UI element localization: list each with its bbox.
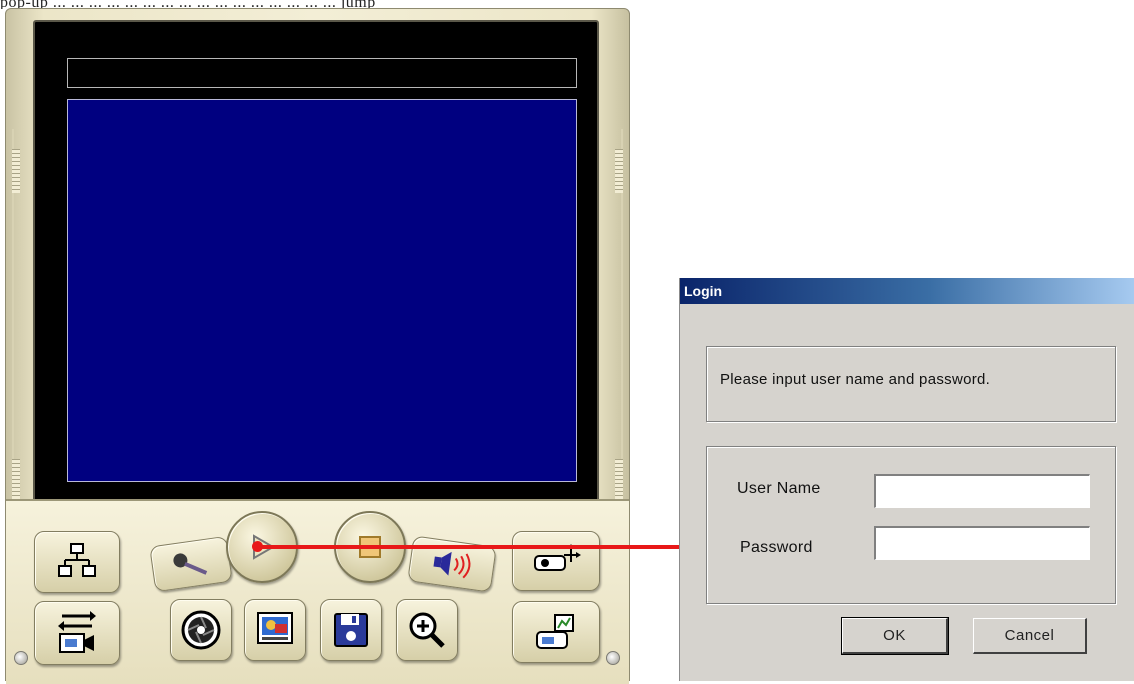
screw-left (14, 651, 28, 665)
cancel-button[interactable]: Cancel (973, 618, 1087, 654)
speaker-button[interactable] (407, 535, 497, 593)
video-screen (33, 20, 599, 507)
user-name-label: User Name (737, 480, 821, 497)
right-grip-bottom[interactable] (615, 459, 623, 503)
ptz-button[interactable] (512, 531, 600, 591)
ptz-camera-icon (534, 544, 581, 571)
video-player-window (5, 8, 630, 684)
left-grip-bottom[interactable] (12, 459, 20, 503)
channel-title-bar (67, 58, 577, 88)
floppy-disk-icon (334, 613, 368, 647)
device-settings-icon (536, 614, 574, 649)
ok-button[interactable]: OK (841, 617, 949, 655)
video-display-area[interactable] (67, 99, 577, 482)
left-grip-top[interactable] (12, 149, 20, 193)
microphone-icon (173, 553, 208, 575)
zoom-button[interactable] (396, 599, 458, 661)
config-button[interactable] (512, 601, 600, 663)
login-prompt-text: Please input user name and password. (720, 371, 991, 388)
zoom-in-icon (409, 612, 445, 648)
arrow-line (258, 545, 698, 549)
save-button[interactable] (320, 599, 382, 661)
display-button[interactable] (244, 599, 306, 661)
password-field[interactable] (874, 526, 1090, 560)
swap-camera-icon (58, 611, 96, 653)
network-tree-icon (58, 543, 96, 577)
control-panel (6, 499, 629, 684)
credentials-group: User Name Password (706, 446, 1116, 604)
login-dialog: Login Please input user name and passwor… (679, 278, 1134, 681)
message-group: Please input user name and password. (706, 346, 1116, 422)
speaker-icon (433, 551, 471, 579)
right-grip-top[interactable] (615, 149, 623, 193)
snapshot-button[interactable] (170, 599, 232, 661)
password-label: Password (740, 539, 813, 556)
switch-camera-button[interactable] (34, 601, 120, 665)
dialog-title[interactable]: Login (680, 278, 1134, 304)
aperture-icon (181, 610, 221, 650)
network-button[interactable] (34, 531, 120, 593)
left-frame-rail (12, 129, 24, 503)
microphone-button[interactable] (149, 535, 233, 593)
right-frame-rail (611, 129, 623, 503)
screw-right (606, 651, 620, 665)
user-name-field[interactable] (874, 474, 1090, 508)
monitor-icon (257, 612, 293, 644)
